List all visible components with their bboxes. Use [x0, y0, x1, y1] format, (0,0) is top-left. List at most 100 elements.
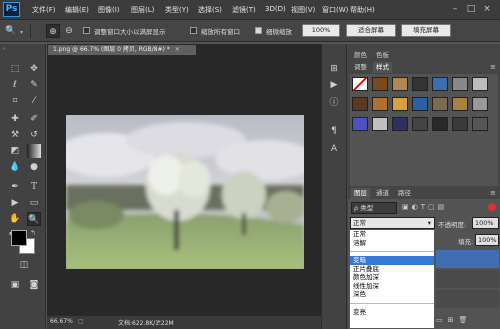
layers-panel-menu-icon[interactable]: ≡: [490, 189, 496, 197]
zoom-tool-preset-icon[interactable]: 🔍: [4, 24, 18, 38]
zoom-out-icon[interactable]: ⊖: [62, 24, 76, 38]
menu-item[interactable]: 编辑(E): [65, 5, 89, 15]
style-swatch[interactable]: [352, 97, 368, 111]
style-swatch[interactable]: [352, 117, 368, 131]
menu-item[interactable]: 图像(I): [98, 5, 120, 15]
document-tab[interactable]: 1.png @ 66.7% (图层 0 拷贝, RGB/8#) * ×: [47, 44, 197, 56]
filter-toggle-icon[interactable]: [488, 203, 496, 211]
minimize-button[interactable]: –: [448, 3, 462, 15]
history-brush-tool-icon[interactable]: ↺: [27, 128, 41, 142]
menu-item[interactable]: 窗口(W): [322, 5, 348, 15]
zoom-level[interactable]: 66.67%: [50, 318, 73, 325]
smart-filter-icon[interactable]: ▤: [438, 203, 445, 211]
fill-screen-button[interactable]: 填充屏幕: [401, 24, 451, 37]
style-swatch[interactable]: [412, 117, 428, 131]
layer-row[interactable]: [436, 290, 499, 308]
menu-item[interactable]: 视图(V): [291, 5, 315, 15]
status-arrow-icon[interactable]: ▸: [158, 318, 161, 325]
style-swatch[interactable]: [392, 77, 408, 91]
swap-colors-icon[interactable]: ↰: [30, 229, 36, 237]
type-tool-icon[interactable]: T: [27, 180, 41, 194]
panel-collapse-icon[interactable]: »: [2, 46, 5, 52]
marquee-tool-icon[interactable]: ⬚: [8, 62, 22, 76]
blend-mode-option[interactable]: 深色: [350, 290, 434, 299]
brush-tool-icon[interactable]: ✐: [27, 112, 41, 126]
zoom-100-button[interactable]: 100%: [302, 24, 340, 37]
status-menu-icon[interactable]: ▢: [78, 318, 84, 325]
tab-layers[interactable]: 图层: [351, 188, 370, 199]
blend-mode-option[interactable]: 正常: [350, 230, 434, 239]
style-swatch[interactable]: [392, 117, 408, 131]
style-swatch[interactable]: [452, 77, 468, 91]
blend-mode-option[interactable]: 正片叠底: [350, 265, 434, 274]
close-button[interactable]: ×: [480, 3, 494, 15]
fit-screen-button[interactable]: 适合屏幕: [346, 24, 396, 37]
new-group-icon[interactable]: ▭: [436, 316, 443, 324]
tab-adjustments[interactable]: 调整: [351, 62, 370, 73]
paragraph-panel-icon[interactable]: ¶: [327, 124, 341, 138]
style-swatch[interactable]: [412, 97, 428, 111]
menu-item[interactable]: 3D(D): [265, 5, 286, 13]
blend-mode-option[interactable]: 颜色加深: [350, 273, 434, 282]
quick-mask-icon[interactable]: ◫: [17, 258, 31, 272]
layer-row-selected[interactable]: [436, 250, 499, 268]
hand-tool-icon[interactable]: ✋: [8, 212, 22, 226]
style-swatch[interactable]: [472, 97, 488, 111]
shape-filter-icon[interactable]: ▢: [428, 203, 435, 211]
blend-mode-option[interactable]: 溶解: [350, 239, 434, 248]
resize-windows-checkbox[interactable]: [83, 27, 90, 36]
style-swatch[interactable]: [472, 117, 488, 131]
zoom-tool-icon[interactable]: 🔍: [27, 212, 41, 226]
fill-input[interactable]: 100%: [475, 234, 499, 246]
path-selection-tool-icon[interactable]: ▶: [8, 196, 22, 210]
info-panel-icon[interactable]: ⓘ: [327, 96, 341, 110]
pen-tool-icon[interactable]: ✒: [8, 180, 22, 194]
style-swatch[interactable]: [432, 77, 448, 91]
style-swatch[interactable]: [472, 77, 488, 91]
style-swatch[interactable]: [432, 97, 448, 111]
style-swatch[interactable]: [372, 77, 388, 91]
history-panel-icon[interactable]: ⊞: [327, 62, 341, 76]
menu-item[interactable]: 图层(L): [131, 5, 154, 15]
style-swatch[interactable]: [432, 117, 448, 131]
style-swatch[interactable]: [452, 117, 468, 131]
delete-layer-icon[interactable]: 🗑: [459, 316, 468, 324]
no-style-swatch[interactable]: [352, 77, 368, 91]
clone-stamp-tool-icon[interactable]: ⚒: [8, 128, 22, 142]
style-swatch[interactable]: [392, 97, 408, 111]
zoom-all-checkbox[interactable]: [190, 27, 197, 36]
character-panel-icon[interactable]: A: [327, 142, 341, 156]
lasso-tool-icon[interactable]: ℓ: [8, 78, 22, 92]
layer-kind-filter[interactable]: ρ 类型: [351, 202, 397, 214]
healing-brush-tool-icon[interactable]: ✚: [8, 112, 22, 126]
tab-paths[interactable]: 路径: [395, 188, 414, 199]
eraser-tool-icon[interactable]: ◩: [8, 144, 22, 158]
eyedropper-tool-icon[interactable]: ⁄: [27, 94, 41, 108]
blend-mode-option[interactable]: 线性加深: [350, 282, 434, 291]
style-swatch[interactable]: [452, 97, 468, 111]
menu-item[interactable]: 文件(F): [32, 5, 56, 15]
blend-mode-option[interactable]: 变暗: [350, 256, 434, 265]
menu-item[interactable]: 帮助(H): [350, 5, 375, 15]
adjustment-filter-icon[interactable]: ◐: [412, 203, 418, 211]
gradient-tool-icon[interactable]: [27, 144, 41, 158]
foreground-color-swatch[interactable]: [11, 230, 27, 246]
crop-tool-icon[interactable]: ⌗: [8, 94, 22, 108]
style-swatch[interactable]: [372, 97, 388, 111]
restore-button[interactable]: □: [464, 3, 478, 15]
tab-close-icon[interactable]: ×: [175, 46, 180, 53]
tab-color[interactable]: 颜色: [351, 50, 370, 61]
pixel-filter-icon[interactable]: ▣: [402, 203, 409, 211]
tab-styles[interactable]: 样式: [373, 62, 392, 73]
tab-swatches[interactable]: 色板: [373, 50, 392, 61]
move-tool-icon[interactable]: ✥: [27, 62, 41, 76]
blend-mode-dropdown[interactable]: 正常 ▾: [350, 217, 435, 229]
rectangle-tool-icon[interactable]: ▭: [27, 196, 41, 210]
tab-channels[interactable]: 通道: [373, 188, 392, 199]
menu-item[interactable]: 滤镜(T): [232, 5, 256, 15]
scrubby-zoom-checkbox[interactable]: [255, 27, 262, 36]
menu-item[interactable]: 类型(Y): [165, 5, 189, 15]
new-layer-icon[interactable]: ⊞: [448, 316, 454, 324]
style-swatch[interactable]: [372, 117, 388, 131]
type-filter-icon[interactable]: T: [421, 203, 425, 211]
